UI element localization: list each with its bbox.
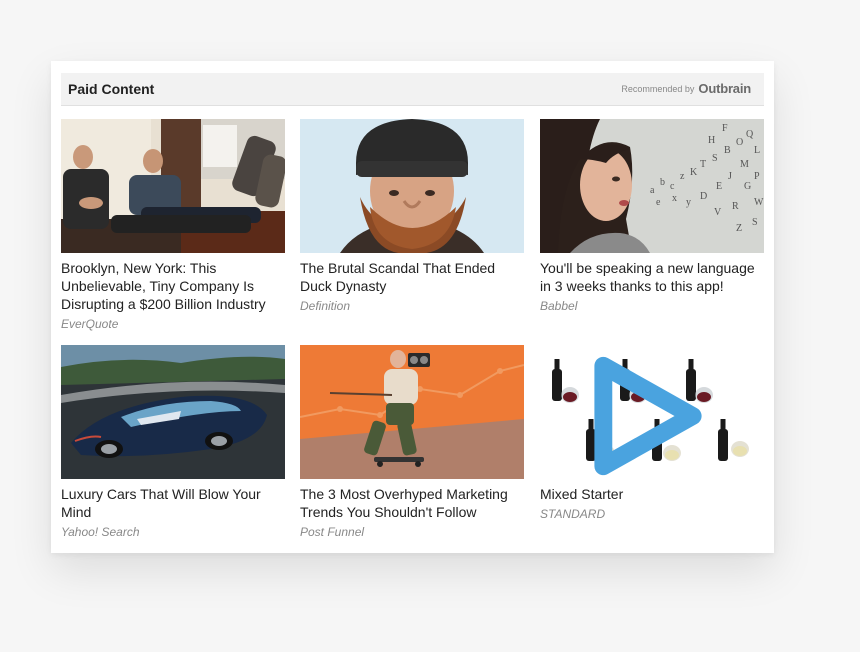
svg-text:J: J	[728, 171, 732, 182]
svg-text:O: O	[736, 137, 743, 148]
card-source: Yahoo! Search	[61, 525, 140, 539]
card-post-funnel[interactable]: The 3 Most Overhyped Marketing Trends Yo…	[300, 345, 524, 539]
svg-text:y: y	[686, 197, 691, 208]
paid-content-widget: Paid Content Recommended by Outbrain Bro…	[51, 61, 774, 553]
card-image-concept-car[interactable]	[61, 345, 285, 479]
card-headline[interactable]: Brooklyn, New York: This Unbelievable, T…	[61, 259, 285, 313]
widget-header: Paid Content Recommended by Outbrain	[61, 73, 764, 106]
outbrain-logo: Outbrain	[698, 81, 751, 96]
card-source: Post Funnel	[300, 525, 365, 539]
card-source: STANDARD	[540, 507, 606, 521]
card-image-bearded-man[interactable]	[300, 119, 524, 253]
svg-text:T: T	[700, 159, 706, 170]
recommended-by-link[interactable]: Recommended by Outbrain	[621, 81, 751, 96]
card-image-skateboarder[interactable]	[300, 345, 524, 479]
office-photo	[61, 119, 285, 253]
adchoices-icon[interactable]	[540, 349, 760, 479]
card-image-wine-bottles[interactable]	[540, 345, 764, 479]
svg-text:F: F	[722, 123, 728, 134]
svg-text:L: L	[754, 145, 760, 156]
svg-text:R: R	[732, 201, 739, 212]
svg-text:Z: Z	[736, 223, 742, 234]
card-headline[interactable]: The Brutal Scandal That Ended Duck Dynas…	[300, 259, 524, 295]
card-headline[interactable]: Mixed Starter	[540, 485, 764, 503]
svg-text:P: P	[754, 171, 760, 182]
svg-text:M: M	[740, 159, 749, 170]
card-source: EverQuote	[61, 317, 119, 331]
svg-text:G: G	[744, 181, 751, 192]
bearded-man-photo	[300, 119, 524, 253]
card-headline[interactable]: The 3 Most Overhyped Marketing Trends Yo…	[300, 485, 524, 521]
svg-text:S: S	[712, 153, 718, 164]
recommended-by-label: Recommended by	[621, 83, 695, 94]
svg-text:x: x	[672, 193, 677, 204]
card-standard[interactable]: Mixed Starter STANDARD	[540, 345, 764, 521]
svg-text:B: B	[724, 145, 731, 156]
card-headline[interactable]: You'll be speaking a new language in 3 w…	[540, 259, 764, 295]
skateboarder-photo	[300, 345, 524, 479]
card-image-office[interactable]	[61, 119, 285, 253]
svg-text:E: E	[716, 181, 722, 192]
svg-text:K: K	[690, 167, 698, 178]
woman-letters-photo: ab c z KT SBO QLM JED yxe GPW RVS ZFH	[540, 119, 764, 253]
card-source: Babbel	[540, 299, 578, 313]
svg-text:D: D	[700, 191, 707, 202]
svg-text:e: e	[656, 197, 661, 208]
svg-text:b: b	[660, 177, 665, 188]
card-source: Definition	[300, 299, 351, 313]
svg-text:H: H	[708, 135, 715, 146]
svg-text:c: c	[670, 181, 675, 192]
svg-text:V: V	[714, 207, 722, 218]
card-image-woman-letters[interactable]: abc zKT SBO QLM JED yxe GPW RVS ZFH	[540, 119, 764, 253]
svg-text:Q: Q	[746, 129, 754, 140]
svg-text:z: z	[680, 171, 685, 182]
card-yahoo-search[interactable]: Luxury Cars That Will Blow Your Mind Yah…	[61, 345, 285, 539]
card-babbel[interactable]: abc zKT SBO QLM JED yxe GPW RVS ZFH You'…	[540, 119, 764, 313]
svg-text:W: W	[754, 197, 764, 208]
concept-car-photo	[61, 345, 285, 479]
card-everquote[interactable]: Brooklyn, New York: This Unbelievable, T…	[61, 119, 285, 331]
svg-text:S: S	[752, 217, 758, 228]
widget-title: Paid Content	[68, 81, 155, 97]
card-definition[interactable]: The Brutal Scandal That Ended Duck Dynas…	[300, 119, 524, 313]
svg-text:a: a	[650, 185, 655, 196]
card-headline[interactable]: Luxury Cars That Will Blow Your Mind	[61, 485, 285, 521]
